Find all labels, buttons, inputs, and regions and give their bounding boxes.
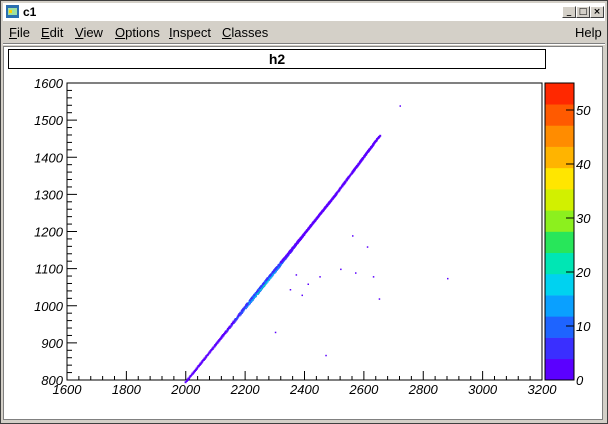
app-icon	[6, 5, 19, 18]
y-tick-label: 1600	[34, 76, 64, 91]
colorbar-segment	[545, 146, 574, 169]
outlier-cell	[352, 235, 354, 237]
menu-classes[interactable]: Classes	[222, 25, 268, 41]
x-tick-label: 3000	[468, 382, 498, 397]
minimize-button[interactable]: _	[562, 6, 576, 18]
y-tick-label: 1100	[35, 262, 64, 277]
window-title: c1	[23, 5, 37, 19]
colorbar-tick-label: 40	[576, 157, 591, 172]
y-tick-label: 1000	[34, 299, 64, 314]
colorbar-segment	[545, 210, 574, 232]
colorbar-segment	[545, 295, 574, 317]
menu-options[interactable]: Options	[115, 25, 160, 41]
heatmap-cell	[260, 285, 263, 288]
y-tick-label: 1500	[34, 113, 64, 128]
colorbar-tick-label: 0	[576, 373, 584, 388]
y-tick-label: 1400	[34, 150, 64, 165]
colorbar-tick-label: 30	[576, 211, 591, 226]
colorbar-tick-label: 50	[576, 103, 591, 118]
outlier-cell	[355, 272, 357, 274]
x-tick-label: 1800	[112, 382, 142, 397]
root-window: c1 _ □ × File Edit View Options Inspect …	[0, 0, 608, 424]
y-tick-label: 900	[41, 336, 63, 351]
y-tick-label: 800	[41, 373, 63, 388]
menu-inspect[interactable]: Inspect	[169, 25, 211, 41]
colorbar-segment	[545, 358, 574, 381]
plot-svg[interactable]: 1600 1800 2000 2200 2400 2600 2800 3000 3200 800 9…	[4, 47, 602, 419]
outlier-cell	[366, 246, 369, 248]
x-tick-label: 2400	[289, 382, 320, 397]
heatmap-cell	[228, 325, 231, 328]
x-tick-label: 2800	[408, 382, 439, 397]
colorbar-segment	[545, 273, 574, 296]
outlier-cell	[289, 289, 292, 291]
outlier-cell	[340, 268, 342, 271]
heatmap-cell	[239, 311, 242, 314]
colorbar-tick-label: 20	[575, 265, 591, 280]
colorbar-segment	[545, 189, 574, 211]
canvas-area[interactable]: h2 1600 1800 2000 2200 2400 2600 2800 3000 3200 8…	[3, 46, 603, 420]
close-button[interactable]: ×	[590, 6, 604, 18]
outlier-cell	[447, 277, 449, 280]
outlier-cell	[295, 274, 298, 276]
colorbar-segment	[545, 125, 574, 147]
colorbar-segment	[545, 316, 574, 338]
y-tick-label: 1300	[34, 187, 64, 202]
colorbar-segment	[545, 167, 574, 190]
heatmap-cell	[246, 302, 249, 305]
heatmap-cell	[294, 243, 297, 246]
heatmap-cell	[289, 249, 292, 252]
colorbar-segment	[545, 104, 574, 126]
outlier-cell	[319, 276, 321, 278]
outlier-cell	[307, 283, 309, 285]
colorbar-segment	[545, 83, 574, 105]
menu-separator	[3, 43, 605, 45]
x-tick-label: 3200	[528, 382, 558, 397]
colorbar-segment	[545, 337, 574, 360]
maximize-button[interactable]: □	[576, 6, 590, 18]
colorbar-segment	[545, 252, 574, 275]
menu-view[interactable]: View	[75, 25, 103, 41]
outlier-cell	[274, 331, 277, 334]
x-tick-label: 2200	[230, 382, 261, 397]
menu-bar: File Edit View Options Inspect Classes H…	[3, 23, 605, 43]
title-bar[interactable]: c1 _ □ ×	[3, 3, 605, 21]
heatmap-cell	[379, 134, 382, 137]
x-tick-label: 2600	[348, 382, 379, 397]
heatmap-cell	[277, 264, 280, 267]
colorbar-segment	[545, 231, 574, 254]
outlier-cell	[378, 298, 381, 300]
menu-file[interactable]: File	[9, 25, 30, 41]
menu-edit[interactable]: Edit	[41, 25, 63, 41]
x-tick-label: 2000	[170, 382, 201, 397]
outlier-cell	[325, 354, 327, 357]
outlier-cell	[372, 276, 375, 278]
outlier-cell	[399, 105, 401, 107]
heatmap-cell	[224, 330, 227, 333]
colorbar-tick-label: 10	[576, 319, 591, 334]
y-tick-label: 1200	[34, 225, 64, 240]
menu-help[interactable]: Help	[575, 25, 602, 41]
outlier-cell	[301, 294, 303, 297]
heatmap-cell	[234, 318, 237, 320]
